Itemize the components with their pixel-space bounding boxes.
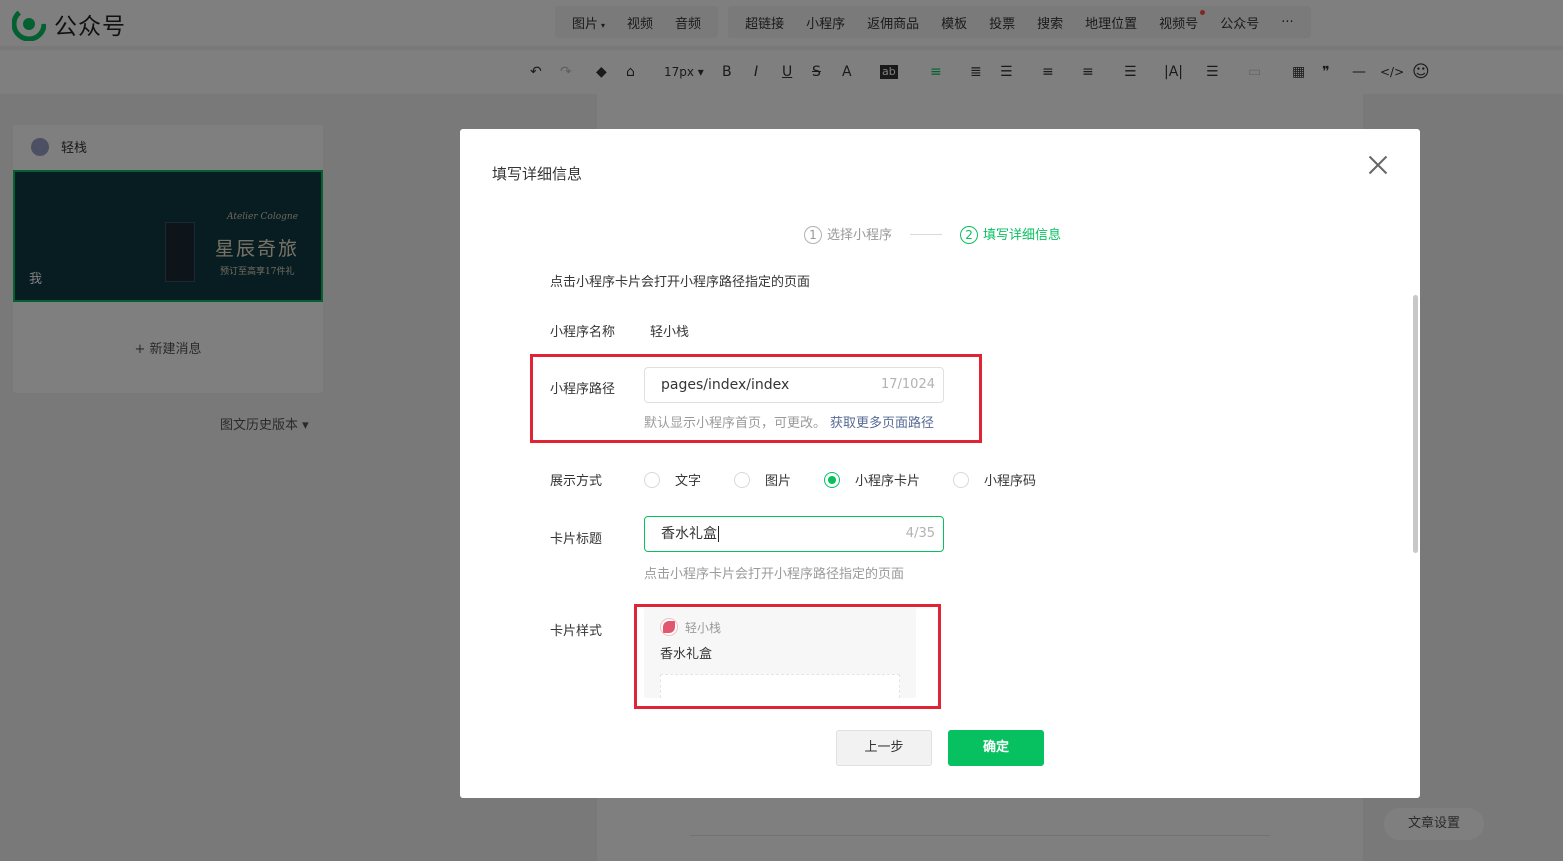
step-select-miniprogram: 1 选择小程序 <box>804 224 892 244</box>
card-title-label: 卡片标题 <box>550 532 603 547</box>
card-title-input[interactable]: 香水礼盒 4/35 <box>644 516 944 552</box>
step-indicator: 1 选择小程序 2 填写详细信息 <box>804 224 1061 244</box>
radio-qrcode[interactable]: 小程序码 <box>953 470 1036 489</box>
dialog-title: 填写详细信息 <box>492 165 583 183</box>
card-title-tip: 点击小程序卡片会打开小程序路径指定的页面 <box>644 567 905 582</box>
display-mode-label: 展示方式 <box>550 474 603 489</box>
card-title-counter: 4/35 <box>905 526 935 541</box>
previous-step-button[interactable]: 上一步 <box>836 730 932 766</box>
mp-name-value: 轻小栈 <box>650 325 690 340</box>
mp-name-label: 小程序名称 <box>550 325 616 340</box>
card-title-value: 香水礼盒 <box>661 526 719 542</box>
close-icon[interactable] <box>1366 153 1390 177</box>
step-connector <box>910 233 943 235</box>
radio-card[interactable]: 小程序卡片 <box>824 470 920 489</box>
radio-text[interactable]: 文字 <box>644 470 701 489</box>
miniprogram-detail-dialog: 填写详细信息 1 选择小程序 2 填写详细信息 点击小程序卡片会打开小程序路径指定的… <box>460 129 1420 798</box>
highlight-box-path <box>530 354 982 443</box>
confirm-button[interactable]: 确定 <box>948 730 1044 766</box>
card-style-label: 卡片样式 <box>550 624 603 639</box>
step-fill-details: 2 填写详细信息 <box>960 224 1061 244</box>
highlight-box-card <box>634 604 941 709</box>
intro-hint: 点击小程序卡片会打开小程序路径指定的页面 <box>550 275 811 290</box>
radio-image[interactable]: 图片 <box>734 470 791 489</box>
text-cursor <box>718 526 719 542</box>
dialog-scrollbar[interactable] <box>1413 295 1418 553</box>
display-mode-radio-group: 文字 图片 小程序卡片 小程序码 <box>644 470 1069 489</box>
